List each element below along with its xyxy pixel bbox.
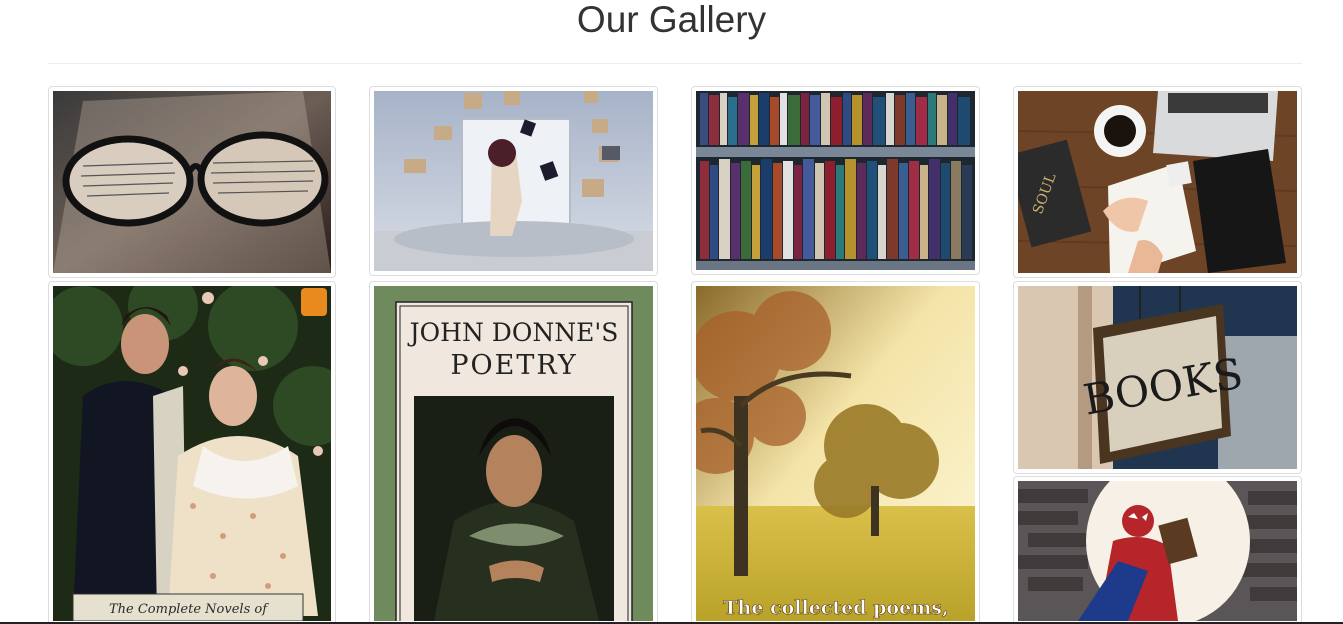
cover-caption: The Complete Novels of <box>109 602 269 617</box>
spiderman-reading-image <box>1018 481 1297 621</box>
reading-glasses-image <box>53 91 331 273</box>
cover-title-line2: POETRY <box>450 350 577 381</box>
cover-caption: The collected poems, <box>723 597 948 619</box>
gallery-item-library-shelves[interactable] <box>691 86 980 275</box>
gallery-item-spiderman-reading[interactable] <box>1013 476 1302 624</box>
gallery-item-desk-notebook[interactable]: SOUL <box>1013 86 1302 278</box>
flying-books-image <box>374 91 653 271</box>
cover-title-line1: JOHN DONNE'S <box>407 318 619 347</box>
john-donne-cover-image: JOHN DONNE'S POETRY <box>374 286 653 621</box>
gallery-item-john-donne-cover[interactable]: JOHN DONNE'S POETRY <box>369 281 658 624</box>
books-sign-image: BOOKS <box>1018 286 1297 469</box>
title-divider <box>48 63 1302 64</box>
gallery-item-collected-poems-cover[interactable]: The collected poems, <box>691 281 980 624</box>
gallery-item-books-sign[interactable]: BOOKS <box>1013 281 1302 474</box>
pride-prejudice-cover-image: The Complete Novels of <box>53 286 331 621</box>
page-title: Our Gallery <box>576 0 767 40</box>
gallery-item-pride-prejudice-cover[interactable]: The Complete Novels of <box>48 281 336 624</box>
gallery-item-flying-books[interactable] <box>369 86 658 276</box>
collected-poems-cover-image: The collected poems, <box>696 286 975 621</box>
gallery-item-reading-glasses[interactable] <box>48 86 336 278</box>
desk-notebook-image: SOUL <box>1018 91 1297 273</box>
library-shelves-image <box>696 91 975 270</box>
